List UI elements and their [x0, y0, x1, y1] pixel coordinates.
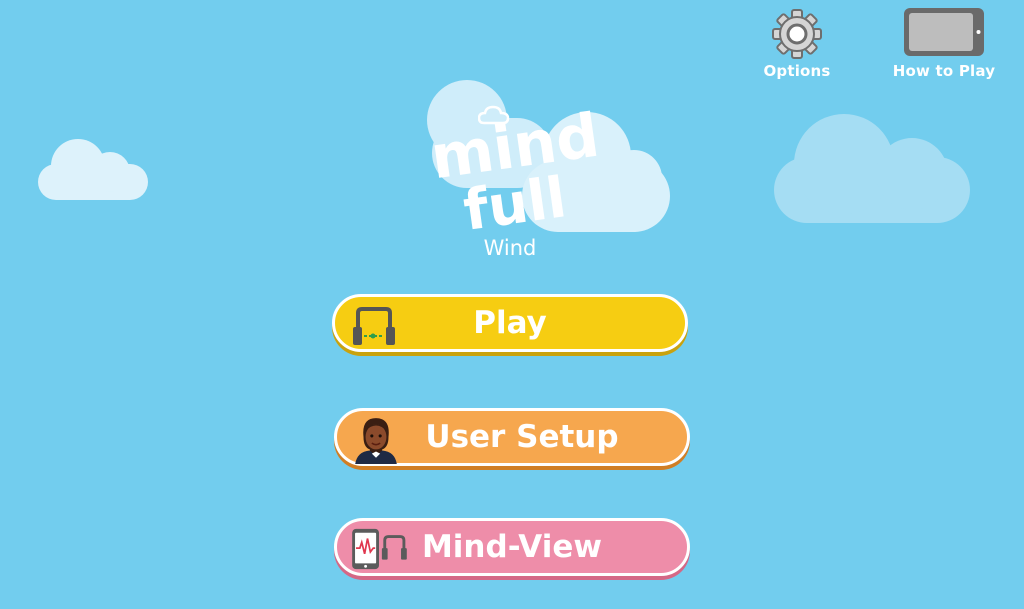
- play-label: Play: [473, 305, 547, 341]
- cloud-left: [38, 139, 148, 200]
- cloud-right: [774, 114, 970, 223]
- user-setup-label: User Setup: [425, 419, 619, 455]
- tablet-icon: [904, 8, 984, 56]
- options-label: Options: [763, 62, 831, 80]
- gear-icon: [772, 9, 822, 59]
- logo-subtitle: Wind: [483, 236, 537, 260]
- mind-view-button[interactable]: Mind-View: [334, 518, 690, 576]
- user-setup-button[interactable]: User Setup: [334, 408, 690, 466]
- how-to-play-button[interactable]: How to Play: [892, 6, 996, 84]
- play-button[interactable]: Play: [332, 294, 688, 352]
- how-to-play-label: How to Play: [892, 62, 996, 80]
- options-button[interactable]: Options: [762, 8, 832, 86]
- mind-view-label: Mind-View: [421, 529, 603, 565]
